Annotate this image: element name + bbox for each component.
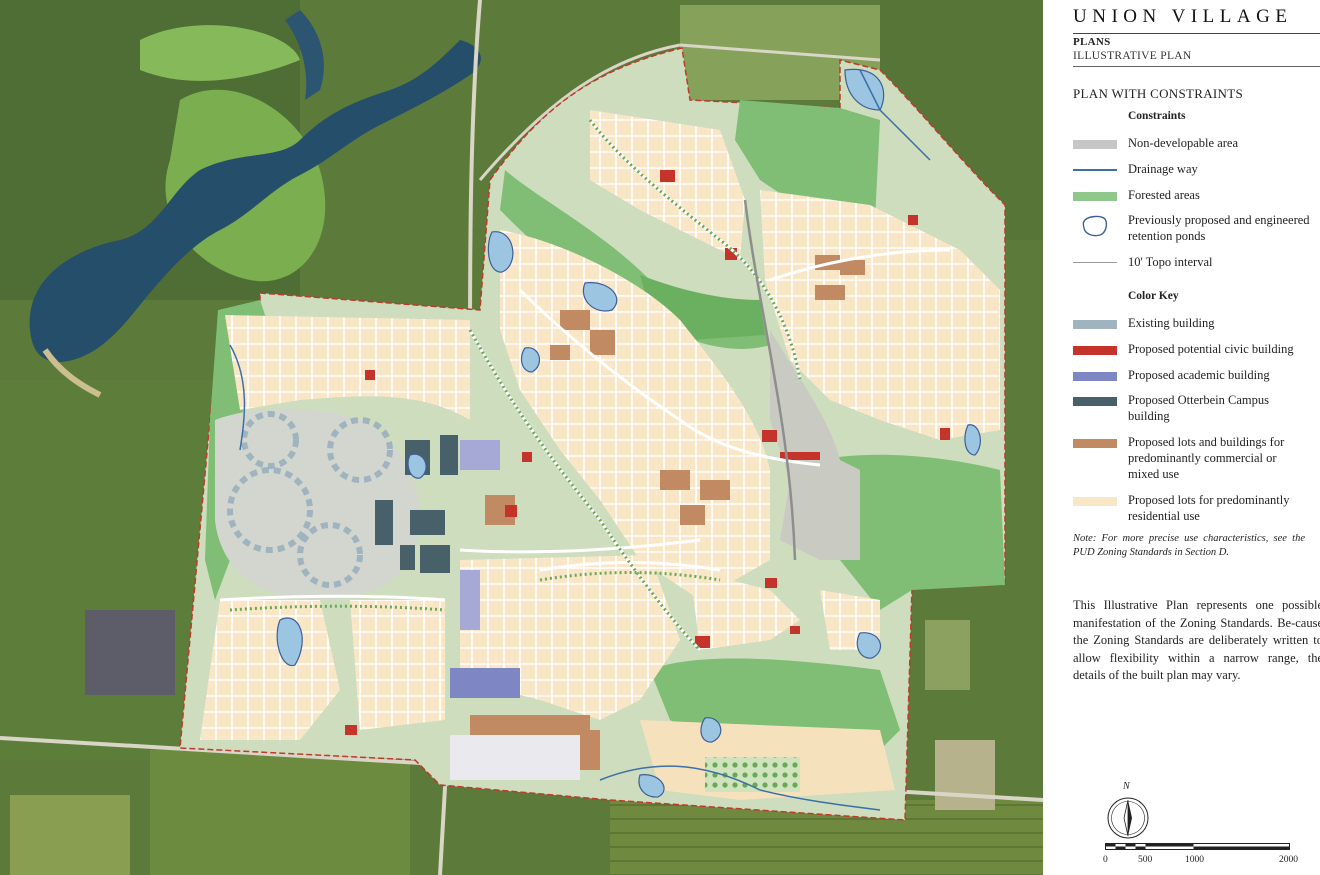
description-text: This Illustrative Plan represents one po… [1073, 598, 1320, 682]
legend-panel: UNION VILLAGE PLANS ILLUSTRATIVE PLAN PL… [1043, 0, 1320, 875]
illustrative-plan-map[interactable] [0, 0, 1043, 875]
scale-label: 500 [1138, 855, 1153, 865]
color-key-heading: Color Key [1128, 290, 1179, 302]
legend-label: Proposed lots for predominantly resident… [1128, 493, 1290, 523]
swatch [1073, 497, 1117, 506]
divider [1073, 66, 1320, 67]
north-label: N [1123, 781, 1130, 792]
legend-label: Proposed lots and buildings for predomin… [1128, 435, 1285, 481]
swatch [1073, 140, 1117, 149]
constraints-heading: Constraints [1128, 110, 1186, 122]
scale-bar: 0 500 1000 2000 [1103, 843, 1298, 873]
scale-label: 2000 [1279, 855, 1298, 865]
legend-item-otterbein-building: Proposed Otterbein Campus building [1073, 392, 1320, 432]
legend-item-residential: Proposed lots for predominantly resident… [1073, 492, 1320, 532]
farm-field [935, 740, 995, 810]
residential-lots [350, 600, 445, 730]
legend-item-ponds: Previously proposed and engineered reten… [1073, 212, 1320, 252]
swatch [1073, 346, 1117, 355]
legend-label: Proposed Otterbein Campus building [1128, 393, 1269, 423]
page-title: UNION VILLAGE [1073, 6, 1293, 27]
swatch [1073, 320, 1117, 329]
section-label: PLANS [1073, 36, 1111, 48]
parking-area [450, 735, 580, 780]
divider [1073, 33, 1320, 34]
scale-label: 0 [1103, 855, 1108, 865]
subsection-label: ILLUSTRATIVE PLAN [1073, 50, 1192, 62]
swatch-line [1073, 262, 1117, 263]
swatch-line [1073, 169, 1117, 171]
legend-label: Proposed potential civic building [1128, 342, 1294, 356]
farm-field [925, 620, 970, 690]
scale-bar-graphic [1105, 843, 1290, 850]
farm-field [150, 750, 410, 875]
legend-label: Non-developable area [1128, 136, 1239, 150]
legend-label: Forested areas [1128, 188, 1200, 202]
legend-label: Drainage way [1128, 162, 1198, 176]
legend-label: Existing building [1128, 316, 1215, 330]
scale-label: 1000 [1185, 855, 1204, 865]
farm-field [10, 795, 130, 875]
legend-item-topo: 10' Topo interval [1073, 254, 1320, 294]
map-canvas [0, 0, 1043, 875]
legend-label: Previously proposed and engineered reten… [1128, 213, 1310, 243]
swatch [1073, 439, 1117, 448]
legend-label: Proposed academic building [1128, 368, 1270, 382]
plan-heading: PLAN WITH CONSTRAINTS [1073, 86, 1244, 101]
legend-label: 10' Topo interval [1128, 255, 1213, 269]
north-arrow: N [1105, 781, 1151, 841]
legend-item-commercial: Proposed lots and buildings for predomin… [1073, 434, 1320, 490]
note-text: Note: For more precise use characteristi… [1073, 533, 1305, 558]
farm-field [85, 610, 175, 695]
swatch [1073, 192, 1117, 201]
swatch [1073, 397, 1117, 406]
pond-icon [1082, 215, 1108, 237]
swatch [1073, 372, 1117, 381]
